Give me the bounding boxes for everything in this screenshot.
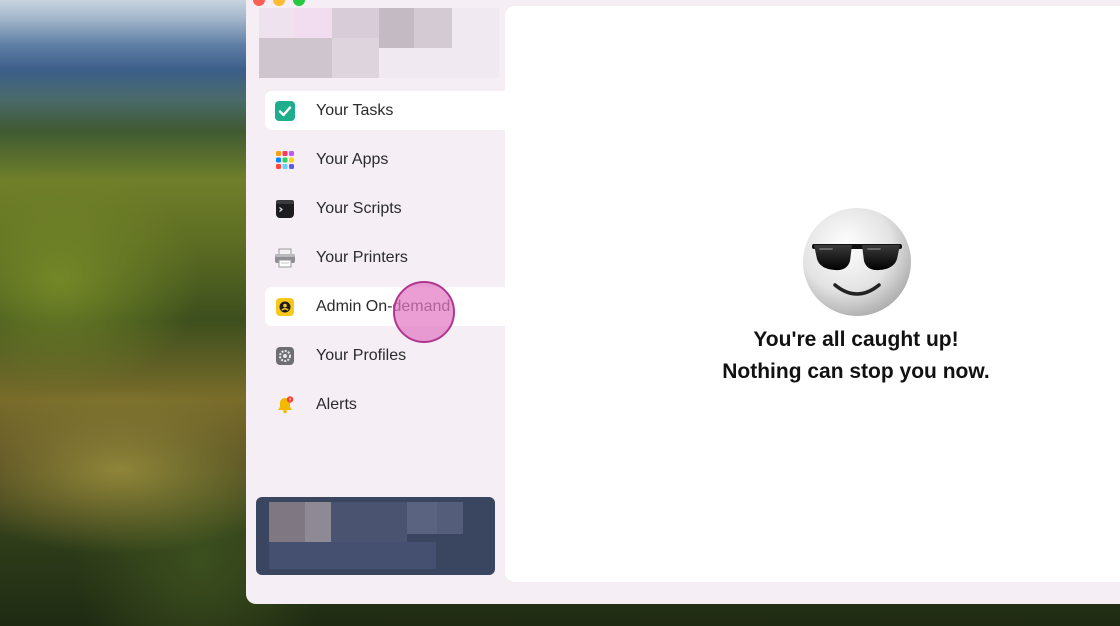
apps-grid-icon — [274, 149, 296, 171]
gear-icon — [274, 345, 296, 367]
sidebar-item-label: Your Printers — [316, 248, 408, 266]
click-indicator — [393, 281, 455, 343]
sidebar-nav: Your Tasks Your Apps Your Scripts Your P… — [265, 91, 505, 434]
smiling-face-with-sunglasses-icon — [802, 207, 912, 317]
sidebar-item-label: Alerts — [316, 395, 357, 413]
sidebar-item-your-apps[interactable]: Your Apps — [265, 140, 505, 179]
main-content — [505, 6, 1120, 582]
sidebar-item-your-profiles[interactable]: Your Profiles — [265, 336, 505, 375]
admin-badge-icon — [274, 296, 296, 318]
sidebar-item-label: Your Apps — [316, 150, 389, 168]
caught-up-heading: You're all caught up! — [753, 328, 959, 351]
sidebar-item-label: Your Scripts — [316, 199, 402, 217]
sidebar-item-label: Your Profiles — [316, 346, 407, 364]
blurred-logo — [259, 8, 499, 78]
sidebar-item-your-printers[interactable]: Your Printers — [265, 238, 505, 277]
sidebar-item-label: Your Tasks — [316, 101, 394, 119]
caught-up-subheading: Nothing can stop you now. — [722, 360, 990, 383]
sidebar-item-admin-on-demand[interactable]: Admin On-demand — [265, 287, 505, 326]
sidebar-item-your-tasks[interactable]: Your Tasks — [265, 91, 505, 130]
printer-icon — [274, 247, 296, 269]
sidebar-item-alerts[interactable]: Alerts — [265, 385, 505, 424]
bell-icon — [274, 394, 296, 416]
blurred-account-panel[interactable] — [256, 497, 495, 575]
sidebar-item-your-scripts[interactable]: Your Scripts — [265, 189, 505, 228]
terminal-icon — [274, 198, 296, 220]
checkmark-icon — [274, 100, 296, 122]
app-window: Your Tasks Your Apps Your Scripts Your P… — [246, 0, 1120, 604]
